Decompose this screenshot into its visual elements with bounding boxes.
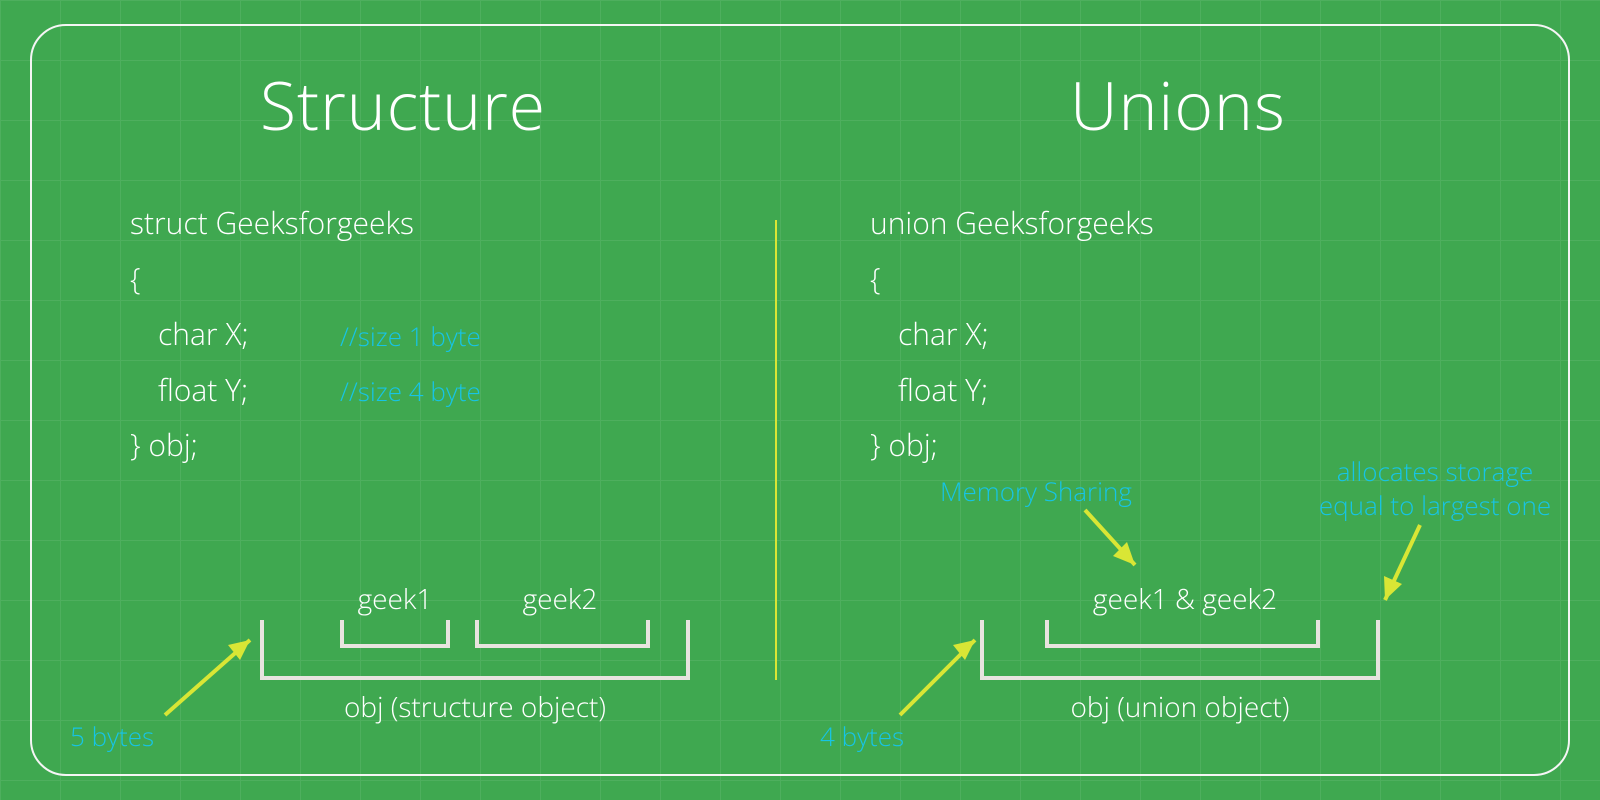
union-member2: float Y; [870,362,988,418]
union-memory-sharing: Memory Sharing [940,475,1132,509]
struct-comment-1byte: //size 1 byte [340,318,481,354]
union-shared-label: geek1 & geek2 [1040,580,1330,618]
union-close: } obj; [870,424,938,465]
union-code: union Geeksforgeeks { char X; float Y; }… [870,195,1154,473]
struct-geek1-bracket [340,620,450,648]
struct-close: } obj; [130,424,198,465]
structure-title: Structure [260,60,546,150]
struct-comment-4byte: //size 4 byte [340,373,481,409]
union-open: { [870,258,881,299]
union-obj-label: obj (union object) [980,688,1380,726]
union-decl: union Geeksforgeeks [870,202,1154,243]
union-total-bytes: 4 bytes [820,720,904,754]
union-sharing-arrow-icon [1075,500,1165,590]
struct-open: { [130,258,141,299]
struct-geek1-label: geek1 [350,580,440,618]
diagram-canvas: Structure struct Geeksforgeeks { char X;… [0,0,1600,800]
struct-member1: char X; [130,306,249,362]
center-divider [775,220,777,680]
struct-decl: struct Geeksforgeeks [130,202,414,243]
unions-title: Unions [1070,60,1286,150]
struct-geek2-label: geek2 [510,580,610,618]
struct-total-bytes: 5 bytes [70,720,154,754]
struct-geek2-bracket [475,620,650,648]
struct-member2: float Y; [130,362,248,418]
union-largest-arrow-icon [1370,520,1450,620]
union-largest-note: allocates storage equal to largest one [1310,455,1560,523]
union-member1: char X; [870,306,989,362]
union-shared-bracket [1045,620,1320,648]
struct-obj-label: obj (structure object) [260,688,690,726]
